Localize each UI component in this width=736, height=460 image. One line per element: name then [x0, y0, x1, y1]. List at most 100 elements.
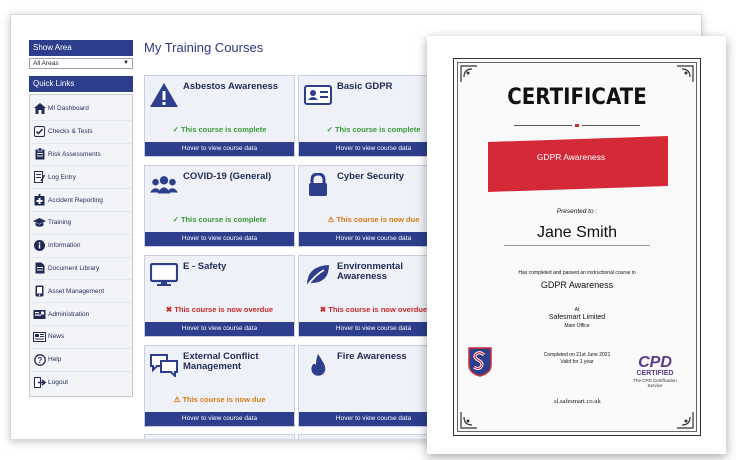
logout-icon: [33, 376, 46, 388]
recipient-name: Jane Smith: [536, 224, 618, 241]
sidebar-item-mi-dashboard[interactable]: MI Dashboard: [30, 98, 132, 121]
device-icon: [33, 285, 46, 297]
course-status-text: This course is now overdue: [328, 305, 428, 314]
sidebar-item-label: Help: [48, 356, 62, 364]
hover-course-data-bar[interactable]: Hover to view course data: [299, 232, 448, 246]
corner-ornament-icon: [460, 65, 477, 82]
leaf-icon: [303, 261, 333, 289]
sidebar-item-label: News: [48, 333, 65, 341]
course-card-e-safety[interactable]: E - Safety ✖ This course is now overdue …: [144, 255, 295, 337]
course-card-partial[interactable]: [144, 434, 295, 439]
area-select[interactable]: All Areas ▼: [29, 58, 133, 69]
sidebar-item-help[interactable]: ? Help: [30, 349, 132, 372]
help-icon: ?: [33, 353, 46, 366]
hover-course-data-bar[interactable]: Hover to view course data: [145, 232, 294, 246]
course-card-covid-19[interactable]: COVID-19 (General) ✓ This course is comp…: [144, 165, 295, 247]
info-icon: [33, 240, 46, 252]
sidebar-item-training[interactable]: Training: [30, 212, 132, 235]
monitor-icon: [149, 261, 179, 289]
area-select-value: All Areas: [33, 60, 59, 67]
course-status: ✖ This course is now overdue: [299, 305, 448, 314]
sidebar-item-administration[interactable]: Administration: [30, 303, 132, 326]
title-underline: [514, 114, 640, 127]
name-divider: [504, 245, 650, 246]
check-icon: ✓: [172, 215, 181, 224]
check-icon: ✓: [326, 125, 335, 134]
at-label: At: [574, 307, 580, 313]
course-name: COVID-19 (General): [183, 171, 272, 182]
hover-course-data-bar[interactable]: Hover to view course data: [299, 412, 448, 426]
sidebar-item-label: Log Entry: [48, 173, 76, 181]
graduation-cap-icon: [33, 217, 46, 229]
clipboard-icon: [33, 148, 46, 160]
sidebar-item-accident-reporting[interactable]: Accident Reporting: [30, 189, 132, 212]
course-status-text: This course is now overdue: [174, 305, 274, 314]
course-card-asbestos-awareness[interactable]: Asbestos Awareness ✓ This course is comp…: [144, 75, 295, 157]
hover-course-data-bar[interactable]: Hover to view course data: [145, 412, 294, 426]
course-name: E - Safety: [183, 261, 227, 272]
course-name: Asbestos Awareness: [183, 81, 279, 92]
corner-ornament-icon: [677, 412, 694, 429]
sidebar-item-label: Administration: [48, 310, 90, 318]
course-name: External Conflict Management: [183, 351, 259, 372]
corner-ornament-icon: [460, 412, 477, 429]
sidebar-item-news[interactable]: News: [30, 326, 132, 349]
course-status-text: This course is complete: [180, 215, 267, 224]
certificate-border: CERTIFICATE GDPR Awareness Presented to …: [453, 58, 701, 436]
sidebar-item-logout[interactable]: Logout: [30, 372, 132, 394]
course-status: ✓ This course is complete: [145, 215, 294, 224]
sidebar-item-checks-tests[interactable]: Checks & Tests: [30, 121, 132, 144]
course-status: ✓ This course is complete: [145, 125, 294, 134]
sidebar-item-label: Asset Management: [48, 287, 105, 295]
document-icon: [33, 262, 46, 274]
company-name: Safesmart Limited: [548, 314, 606, 321]
sidebar-item-label: Training: [48, 219, 72, 227]
sidebar: Show Area All Areas ▼ Quick Links MI Das…: [29, 40, 133, 398]
ribbon-banner-icon: [488, 136, 668, 192]
check-icon: ✓: [172, 125, 181, 134]
page-title: My Training Courses: [144, 40, 264, 55]
cpd-logo-text: CPD: [638, 354, 672, 371]
sidebar-item-asset-management[interactable]: Asset Management: [30, 280, 132, 304]
fire-icon: [303, 351, 333, 379]
sidebar-item-information[interactable]: Information: [30, 235, 132, 258]
course-status: ✖ This course is now overdue: [145, 305, 294, 314]
hover-course-data-bar[interactable]: Hover to view course data: [299, 142, 448, 156]
certificate-title: CERTIFICATE: [507, 85, 647, 110]
sidebar-item-label: Information: [48, 242, 81, 250]
course-status-text: This course is now due: [182, 395, 266, 404]
chevron-down-icon: ▼: [123, 60, 129, 66]
presented-to: Presented to :: [556, 208, 598, 215]
cpd-certified-badge: CPD CERTIFIED The CPD Certification Serv…: [622, 354, 688, 389]
svg-text:?: ?: [37, 356, 42, 365]
admin-icon: [33, 308, 46, 320]
home-icon: [33, 103, 46, 115]
completion-text: Has completed and passed an instructiona…: [518, 270, 636, 276]
cpd-service-line2: Service: [647, 383, 663, 388]
hover-course-data-bar[interactable]: Hover to view course data: [145, 322, 294, 336]
sidebar-item-document-library[interactable]: Document Library: [30, 258, 132, 281]
course-status-text: This course is complete: [180, 125, 267, 134]
certificate: CERTIFICATE GDPR Awareness Presented to …: [427, 36, 726, 454]
sidebar-item-label: Logout: [48, 378, 68, 386]
news-icon: [33, 331, 46, 343]
course-status: ⚠ This course is now due: [299, 215, 448, 224]
course-card-external-conflict-management[interactable]: External Conflict Management ⚠ This cour…: [144, 345, 295, 427]
course-status: ✓ This course is complete: [299, 125, 448, 134]
cpd-certified-text: CERTIFIED: [636, 370, 674, 377]
course-status-text: This course is complete: [334, 125, 421, 134]
show-area-header: Show Area: [29, 40, 133, 56]
chat-icon: [149, 351, 179, 379]
quick-links-list: MI Dashboard Checks & Tests Risk Assessm…: [29, 94, 133, 398]
lock-icon: [303, 171, 333, 199]
log-entry-icon: [33, 171, 46, 184]
people-icon: [149, 171, 179, 199]
checkbox-icon: [33, 126, 46, 138]
warning-icon: [149, 81, 179, 109]
sidebar-item-risk-assessments[interactable]: Risk Assessments: [30, 144, 132, 167]
hover-course-data-bar[interactable]: Hover to view course data: [299, 322, 448, 336]
sidebar-item-label: Risk Assessments: [48, 150, 101, 158]
course-status-text: This course is now due: [336, 215, 420, 224]
hover-course-data-bar[interactable]: Hover to view course data: [145, 142, 294, 156]
sidebar-item-log-entry[interactable]: Log Entry: [30, 166, 132, 190]
